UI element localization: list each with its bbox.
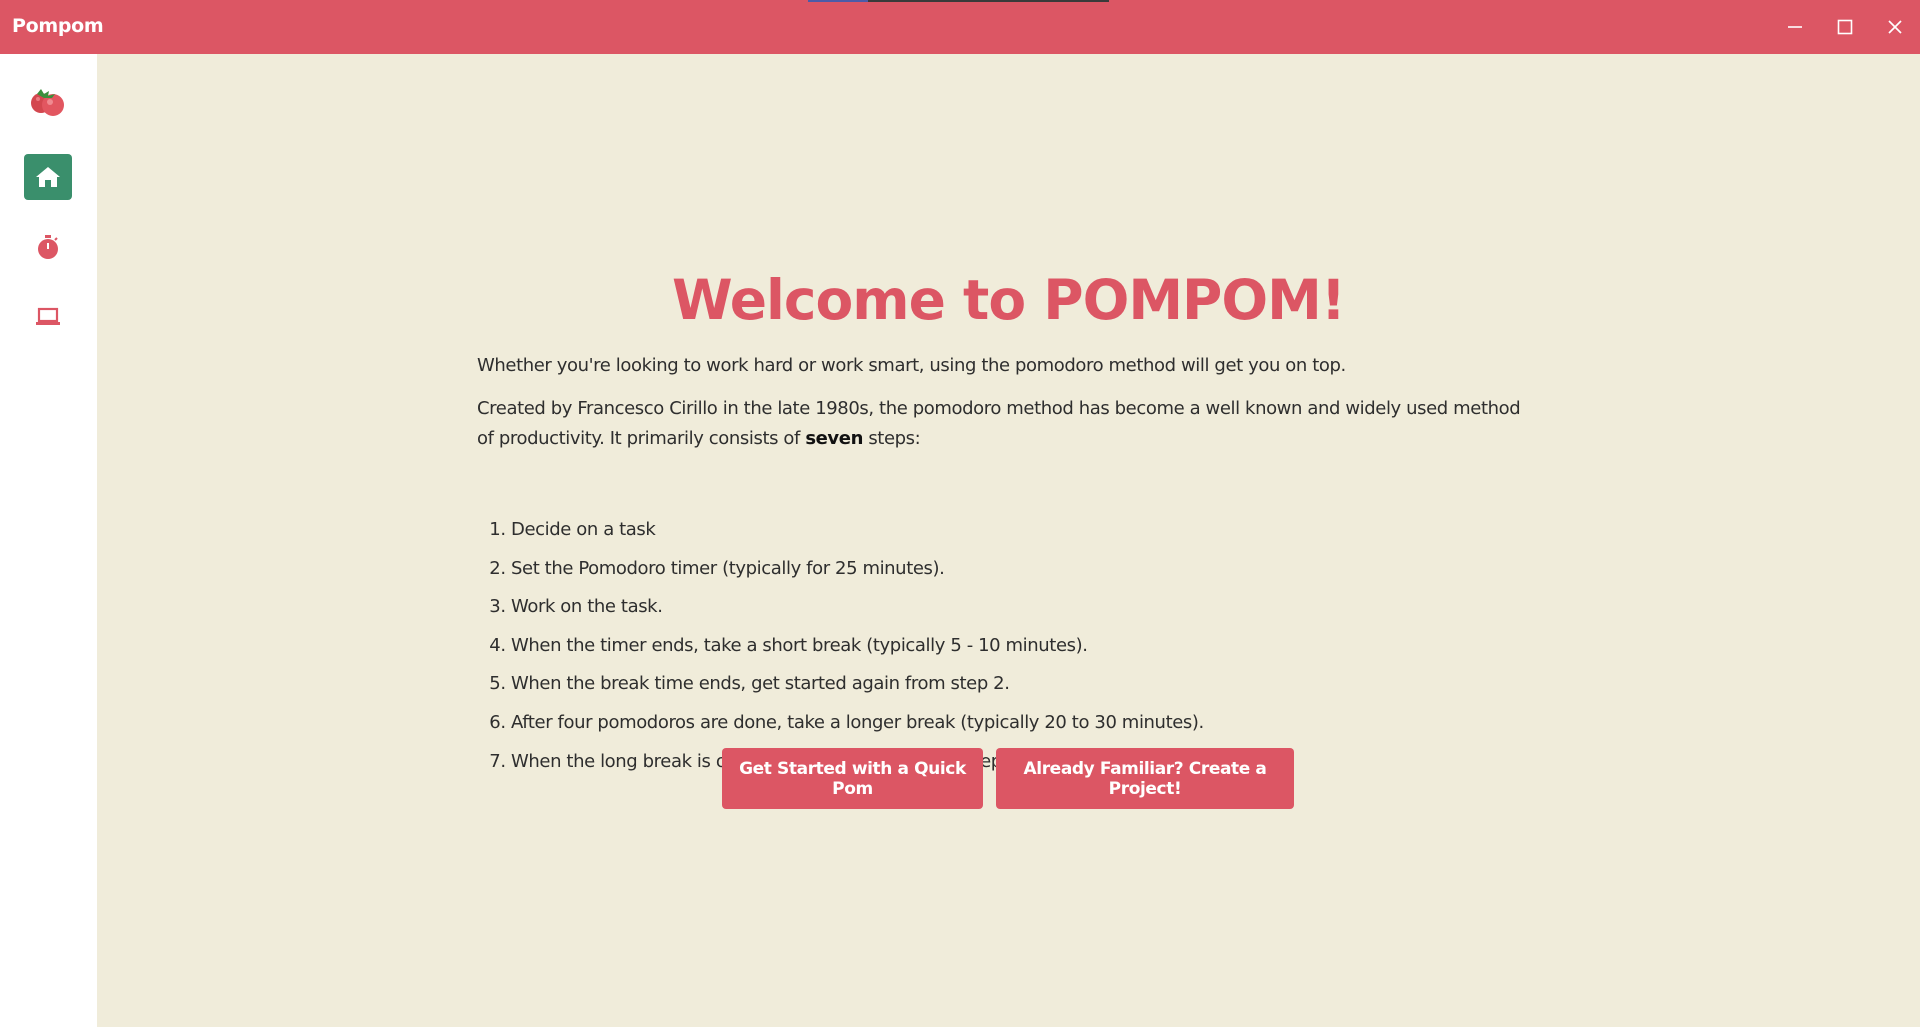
intro-text: Whether you're looking to work hard or w… <box>477 355 1346 376</box>
create-project-button[interactable]: Already Familiar? Create a Project! <box>996 748 1294 809</box>
sidebar-item-timer[interactable] <box>24 224 72 270</box>
close-icon <box>1888 20 1902 34</box>
description-bold: seven <box>805 428 863 449</box>
maximize-icon <box>1837 19 1853 35</box>
description-text: Created by Francesco Cirillo in the late… <box>477 394 1527 454</box>
page-title: Welcome to POMPOM! <box>672 268 1346 332</box>
description-end: steps: <box>863 428 921 449</box>
stopwatch-icon <box>38 235 58 259</box>
sidebar-item-projects[interactable] <box>24 294 72 340</box>
quick-pom-button[interactable]: Get Started with a Quick Pom <box>722 748 983 809</box>
step-item: When the timer ends, take a short break … <box>511 631 1204 670</box>
step-item: Work on the task. <box>511 592 1204 631</box>
maximize-button[interactable] <box>1820 0 1870 54</box>
close-button[interactable] <box>1870 0 1920 54</box>
minimize-button[interactable] <box>1770 0 1820 54</box>
step-item: Decide on a task <box>511 515 1204 554</box>
home-icon <box>36 167 60 187</box>
step-item: When the break time ends, get started ag… <box>511 669 1204 708</box>
steps-list: Decide on a task Set the Pomodoro timer … <box>477 515 1204 785</box>
main-content: Welcome to POMPOM! Whether you're lookin… <box>97 54 1920 1027</box>
step-item: After four pomodoros are done, take a lo… <box>511 708 1204 747</box>
tomato-logo-icon <box>31 89 64 116</box>
top-indicator <box>808 0 1109 2</box>
step-item: Set the Pomodoro timer (typically for 25… <box>511 554 1204 593</box>
sidebar <box>0 54 97 1027</box>
app-window: Pompom Welcome to POMPOM! Whether you're… <box>0 0 1920 1027</box>
sidebar-item-logo[interactable] <box>24 78 72 124</box>
minimize-icon <box>1788 26 1802 28</box>
sidebar-item-home[interactable] <box>24 154 72 200</box>
title-bar: Pompom <box>0 0 1920 54</box>
window-title: Pompom <box>12 15 104 37</box>
laptop-icon <box>36 307 60 325</box>
description-start: Created by Francesco Cirillo in the late… <box>477 398 1521 449</box>
